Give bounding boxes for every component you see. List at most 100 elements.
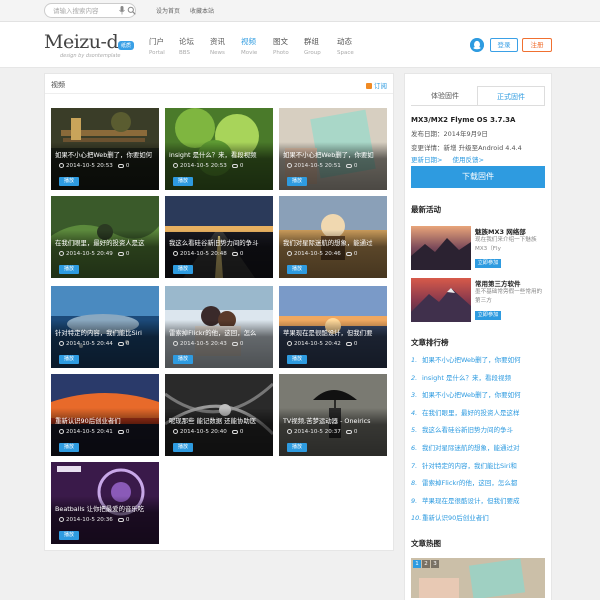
- play-button[interactable]: 播放: [59, 443, 79, 452]
- activity-name: 常用第三方软件: [475, 280, 521, 288]
- site-logo[interactable]: Meizu-d 纸质 design by dsontemplate: [44, 31, 140, 61]
- video-card[interactable]: 重新认识90后创业者们 2014-10-5 20:41 0 播放: [51, 374, 159, 456]
- nav-item-movie[interactable]: 视频 Movie: [241, 36, 271, 56]
- microphone-icon[interactable]: [119, 6, 125, 15]
- video-card[interactable]: 苹果现在是很酷设计，但我们要 2014-10-5 20:42 0 播放: [279, 286, 387, 368]
- activity-item[interactable]: 魅族MX3 网络部 现在我们来介绍一下魅族MX3（Fly 立即参加: [411, 226, 547, 270]
- nav-item-photo[interactable]: 图文 Photo: [273, 36, 303, 56]
- play-button[interactable]: 播放: [59, 355, 79, 364]
- article-rank-list: 1. 如果不小心把Web删了，你要如何 2. insight 是什么？来，看段视频 3.…: [411, 354, 547, 530]
- tab-beta-firmware[interactable]: 体验固件: [411, 86, 479, 106]
- slider-page-3[interactable]: 3: [431, 560, 439, 568]
- activity-thumbnail: [411, 226, 471, 270]
- video-title[interactable]: TV视频,苦梦运动器 - Oneirics: [283, 416, 383, 425]
- nav-item-bbs[interactable]: 论坛 BBS: [179, 36, 209, 56]
- play-button[interactable]: 播放: [173, 355, 193, 364]
- rank-item[interactable]: 10.重新认识90后创业者们: [411, 512, 547, 530]
- clock-icon: [173, 163, 178, 168]
- comment-icon: [231, 430, 238, 434]
- play-button[interactable]: 播放: [59, 531, 79, 540]
- video-card[interactable]: 我这么看硅谷新旧势力间的争斗 2014-10-5 20:48 0 播放: [165, 196, 273, 278]
- join-button[interactable]: 立即参加: [475, 311, 501, 320]
- rank-item[interactable]: 5. 我这么看硅谷新旧势力间的争斗: [411, 424, 547, 442]
- search-input[interactable]: [53, 6, 109, 16]
- video-title[interactable]: 苹果现在是很酷设计，但我们要: [283, 328, 383, 337]
- video-card[interactable]: TV视频,苦梦运动器 - Oneirics 2014-10-5 20:37 0 播放: [279, 374, 387, 456]
- video-title[interactable]: 如果不小心把Web删了，你要如何: [55, 150, 155, 159]
- play-button[interactable]: 播放: [287, 355, 307, 364]
- video-title[interactable]: 雷索掉Flickr的他，这回，怎么: [169, 328, 269, 337]
- play-button[interactable]: 播放: [59, 265, 79, 274]
- video-title[interactable]: Beatballs 让你把最爱的音乐吃: [55, 504, 155, 513]
- set-homepage-link[interactable]: 设为首页: [156, 8, 180, 15]
- video-card[interactable]: 雷索掉Flickr的他，这回，怎么 2014-10-5 20:43 0 播放: [165, 286, 273, 368]
- subscribe-link[interactable]: 订阅: [366, 80, 387, 90]
- feedback-link[interactable]: 使用反馈>: [453, 156, 484, 164]
- rank-item[interactable]: 8. 雷索掉Flickr的他，这回，怎么都: [411, 477, 547, 495]
- search-icon[interactable]: [127, 6, 136, 15]
- play-button[interactable]: 播放: [287, 265, 307, 274]
- nav-item-portal[interactable]: 门户 Portal: [149, 36, 179, 56]
- nav-item-space[interactable]: 动态 Space: [337, 36, 367, 56]
- video-card[interactable]: 如果不小心把Web删了，你要如 2014-10-5 20:51 0 播放: [279, 108, 387, 190]
- video-card[interactable]: Beatballs 让你把最爱的音乐吃 2014-10-5 20:36 0 播放: [51, 462, 159, 544]
- comment-icon: [345, 252, 352, 256]
- rank-item[interactable]: 4. 在我们眼里，最好的投资人是这样: [411, 407, 547, 425]
- activity-item[interactable]: 常用第三方软件 墨不基础常旁假一些常用的第三方 立即参加: [411, 278, 547, 322]
- download-firmware-button[interactable]: 下载固件: [411, 166, 545, 188]
- nav-item-group[interactable]: 群组 Group: [304, 36, 334, 56]
- firmware-title: MX3/MX2 Flyme OS 3.7.3A: [411, 116, 516, 124]
- rank-item[interactable]: 6. 我们对星际迷航的想象，能通过对: [411, 442, 547, 460]
- logo-badge: 纸质: [118, 41, 135, 50]
- video-title[interactable]: insight 是什么？来，看段视频: [169, 150, 269, 159]
- video-card[interactable]: 我们对星际迷航的想象，能通过 2014-10-5 20:46 0 播放: [279, 196, 387, 278]
- video-title[interactable]: 我们对星际迷航的想象，能通过: [283, 238, 383, 247]
- video-date: 2014-10-5 20:49: [66, 251, 113, 257]
- comment-count: 0: [353, 429, 358, 435]
- rank-item[interactable]: 7. 针对特定的内容，我们能比Siri和: [411, 460, 547, 478]
- play-button[interactable]: 播放: [173, 443, 193, 452]
- register-button[interactable]: 注册: [522, 38, 552, 52]
- activity-name: 魅族MX3 网络部: [475, 228, 526, 236]
- slider-page-1[interactable]: 1: [413, 560, 421, 568]
- play-button[interactable]: 播放: [287, 443, 307, 452]
- comment-icon: [117, 164, 124, 168]
- video-card[interactable]: 呢现那些 能记数据 还能协助医 2014-10-5 20:40 0 播放: [165, 374, 273, 456]
- rank-item[interactable]: 2. insight 是什么？来，看段视频: [411, 372, 547, 390]
- rank-number: 8.: [411, 479, 418, 488]
- update-date-link[interactable]: 更新日期>: [411, 156, 442, 164]
- play-button[interactable]: 播放: [173, 265, 193, 274]
- play-button[interactable]: 播放: [173, 177, 193, 186]
- nav-item-news[interactable]: 资讯 News: [210, 36, 240, 56]
- rank-number: 3.: [411, 391, 418, 400]
- video-title[interactable]: 呢现那些 能记数据 还能协助医: [169, 416, 269, 425]
- video-card[interactable]: 在我们眼里，最好的投资人是这 2014-10-5 20:49 0 播放: [51, 196, 159, 278]
- login-button[interactable]: 登录: [490, 38, 518, 52]
- rank-item[interactable]: 9. 苹果现在是很酷设计，但我们要成: [411, 495, 547, 513]
- video-card[interactable]: 如果不小心把Web删了，你要如何 2014-10-5 20:53 0 播放: [51, 108, 159, 190]
- clock-icon: [59, 251, 64, 256]
- video-title[interactable]: 重新认识90后创业者们: [55, 416, 155, 425]
- comment-count: 0: [239, 341, 244, 347]
- bookmark-link[interactable]: 收藏本站: [190, 8, 214, 15]
- rank-item[interactable]: 3. 如果不小心把Web删了，你要如何: [411, 389, 547, 407]
- hot-images-title: 文章热图: [411, 539, 441, 548]
- video-title[interactable]: 如果不小心把Web删了，你要如: [283, 150, 383, 159]
- video-card[interactable]: insight 是什么？来，看段视频 2014-10-5 20:53 0 播放: [165, 108, 273, 190]
- activity-thumbnail: [411, 278, 471, 322]
- play-button[interactable]: 播放: [287, 177, 307, 186]
- hot-image-slider[interactable]: 123: [411, 558, 545, 600]
- slider-page-2[interactable]: 2: [422, 560, 430, 568]
- play-button[interactable]: 播放: [59, 177, 79, 186]
- tab-stable-firmware[interactable]: 正式固件: [477, 86, 545, 106]
- rank-item[interactable]: 1. 如果不小心把Web删了，你要如何: [411, 354, 547, 372]
- join-button[interactable]: 立即参加: [475, 259, 501, 268]
- activity-desc: 现在我们来介绍一下魅族MX3（Fly: [475, 237, 537, 252]
- video-title[interactable]: 针对特定的内容，我们能比Siri: [55, 328, 155, 337]
- clock-icon: [173, 429, 178, 434]
- rank-title-text: 如果不小心把Web删了，你要如何: [422, 391, 521, 400]
- video-title[interactable]: 我这么看硅谷新旧势力间的争斗: [169, 238, 269, 247]
- video-title[interactable]: 在我们眼里，最好的投资人是这: [55, 238, 155, 247]
- qq-login-icon[interactable]: [470, 38, 484, 52]
- video-card[interactable]: 针对特定的内容，我们能比Siri 2014-10-5 20:44 0 播放: [51, 286, 159, 368]
